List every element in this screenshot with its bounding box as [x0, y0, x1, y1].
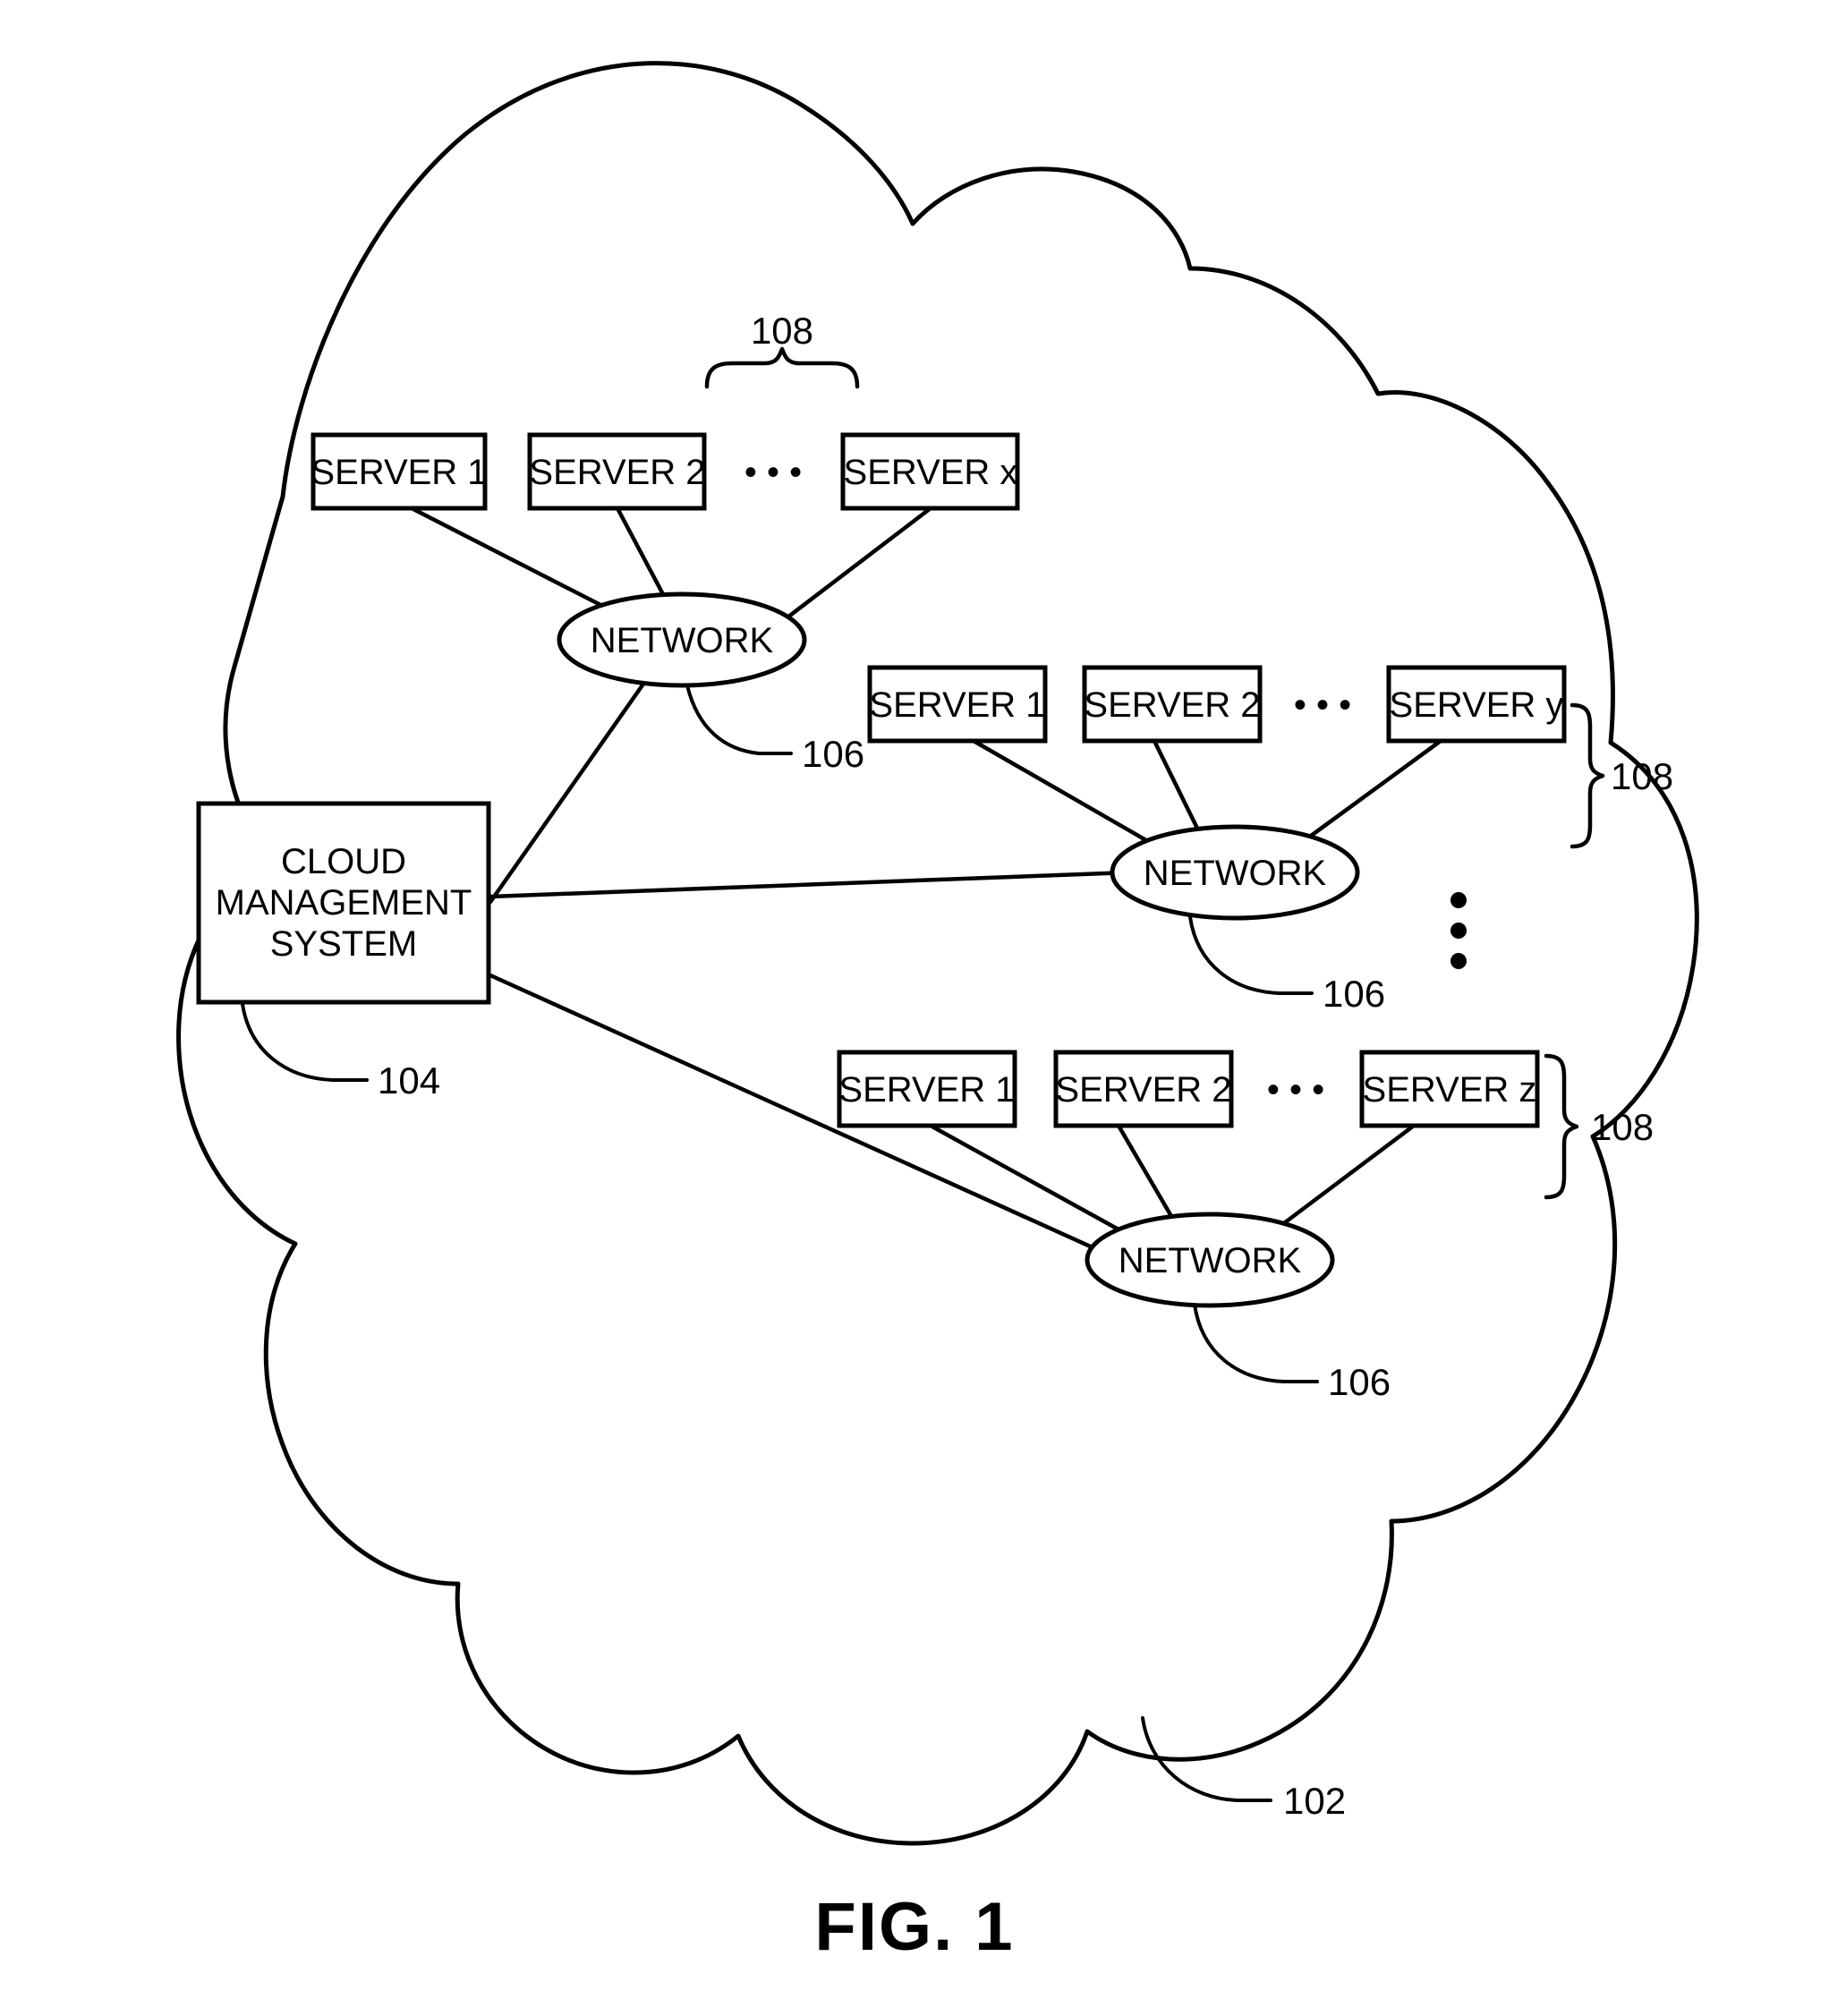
network-label-middle: NETWORK — [1144, 854, 1327, 893]
figure-caption: FIG. 1 — [814, 1889, 1015, 1965]
figure-1-cloud-computing-diagram: SERVER 1 SERVER 2 • • • SERVER x 108 NET… — [0, 0, 1829, 2016]
cms-label-line1: CLOUD — [281, 842, 406, 881]
network-ref-top: 106 — [802, 733, 864, 775]
ellipsis-middle: • • • — [1294, 685, 1351, 725]
network-bottom-ref-leader — [1193, 1303, 1286, 1383]
server-label-middle-1: SERVER 1 — [869, 685, 1045, 725]
group-middle-network — [1110, 824, 1360, 995]
vertical-ellipsis-dot-3 — [1450, 953, 1467, 969]
vertical-ellipsis-dot-2 — [1450, 923, 1467, 939]
group-top-network — [557, 591, 807, 755]
more-groups-indicator — [1450, 892, 1467, 969]
network-middle-ref-leader — [1188, 915, 1281, 995]
vertical-ellipsis-dot-1 — [1450, 892, 1467, 908]
diagram-canvas: SERVER 1 SERVER 2 • • • SERVER x 108 NET… — [176, 61, 1699, 1846]
network-ref-bottom: 106 — [1328, 1361, 1391, 1403]
network-ref-middle: 106 — [1323, 973, 1385, 1015]
server-label-middle-3: SERVER y — [1390, 685, 1564, 725]
cms-label-line3: SYSTEM — [270, 924, 417, 964]
link-cms-mid-network — [488, 870, 1132, 899]
link-mid-server1-network — [971, 738, 1166, 853]
network-label-top: NETWORK — [591, 621, 774, 660]
link-mid-servery-network — [1295, 738, 1443, 848]
server-label-bottom-2: SERVER 2 — [1055, 1070, 1231, 1110]
cms-label-line2: MANAGEMENT — [216, 883, 472, 923]
server-label-top-2: SERVER 2 — [529, 453, 705, 492]
group-middle-brace — [1570, 702, 1605, 849]
link-top-serverx-network — [785, 506, 933, 620]
brace-vertical-middle — [1570, 702, 1605, 849]
server-label-middle-2: SERVER 2 — [1084, 685, 1260, 725]
server-label-bottom-3: SERVER z — [1363, 1070, 1537, 1110]
brace-vertical-bottom — [1544, 1053, 1579, 1200]
brace-ref-bottom: 108 — [1591, 1106, 1654, 1148]
network-label-bottom: NETWORK — [1119, 1241, 1302, 1280]
brace-ref-middle: 108 — [1611, 755, 1673, 797]
network-top-ref-leader — [685, 684, 761, 755]
link-bot-serverz-network — [1263, 1123, 1416, 1239]
brace-ref-top: 108 — [751, 310, 813, 352]
group-top-brace — [704, 346, 860, 389]
server-label-top-1: SERVER 1 — [311, 453, 487, 492]
server-label-bottom-1: SERVER 1 — [838, 1070, 1015, 1110]
server-label-top-3: SERVER x — [844, 453, 1018, 492]
cloud-ref-label: 102 — [1283, 1780, 1346, 1822]
brace-horizontal-top — [704, 346, 860, 389]
ellipsis-top: • • • — [744, 453, 802, 492]
cms-ref-label: 104 — [378, 1059, 440, 1102]
link-cms-bot-network — [488, 973, 1117, 1260]
cms-ref-leader — [241, 1002, 335, 1082]
ellipsis-bottom: • • • — [1267, 1070, 1324, 1110]
group-bottom-brace — [1544, 1053, 1579, 1200]
link-cms-top-network — [488, 677, 649, 905]
group-bottom-network — [1085, 1212, 1335, 1383]
